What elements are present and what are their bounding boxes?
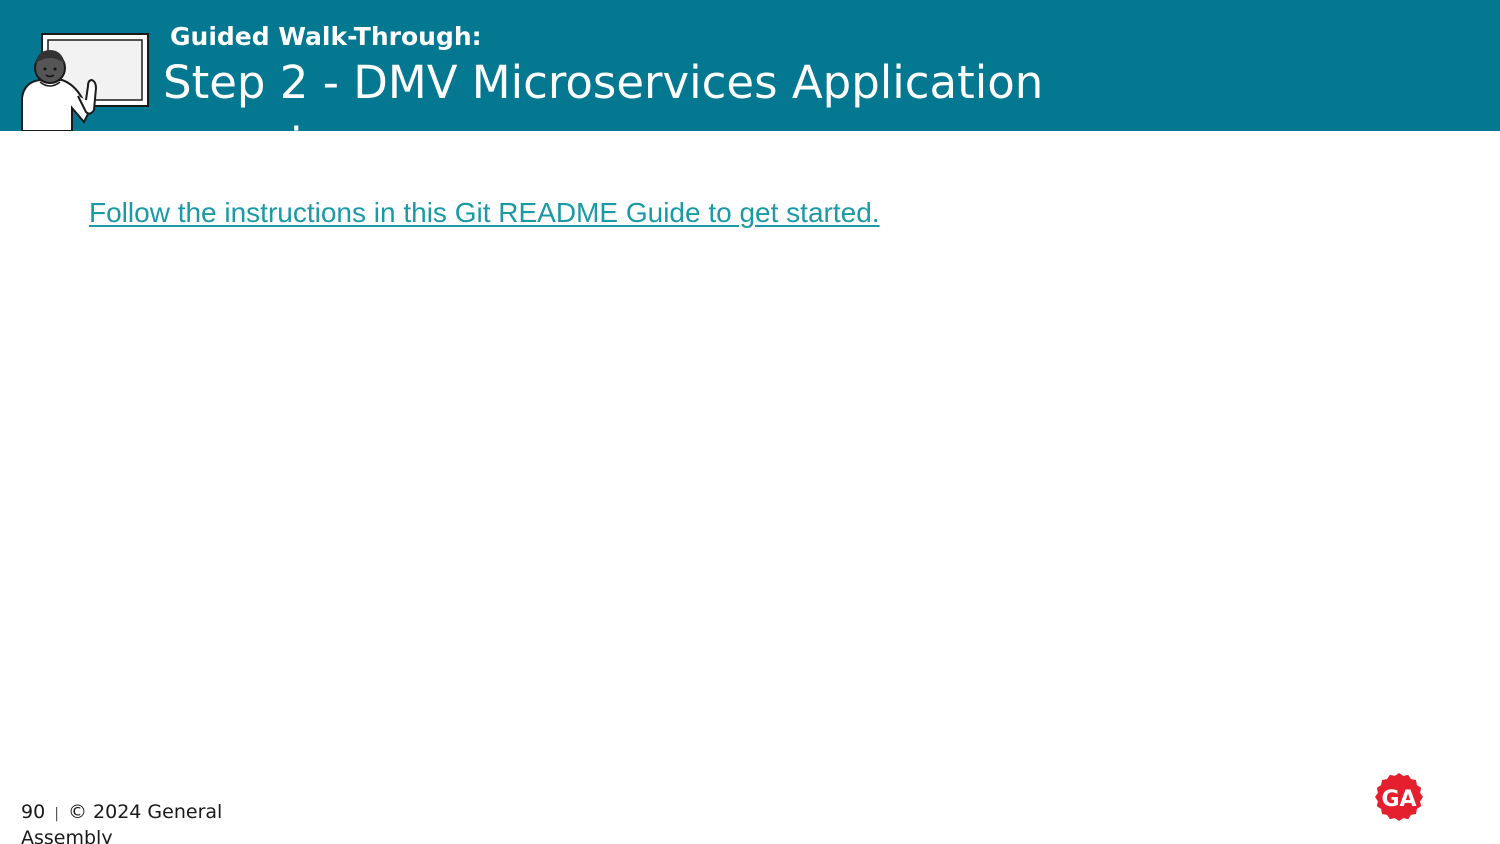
presenter-at-whiteboard-icon bbox=[21, 33, 149, 131]
slide: Guided Walk-Through: Step 2 - DMV Micros… bbox=[0, 0, 1500, 844]
readme-guide-link[interactable]: Follow the instructions in this Git READ… bbox=[89, 197, 880, 229]
page-number: 90 bbox=[21, 801, 46, 823]
footer-separator: | bbox=[54, 806, 59, 822]
slide-title: Step 2 - DMV Microservices Application o… bbox=[163, 56, 1044, 131]
section-eyebrow: Guided Walk-Through: bbox=[170, 22, 482, 51]
logo-text: GA bbox=[1381, 787, 1416, 812]
general-assembly-logo-icon: GA bbox=[1375, 773, 1423, 821]
footer-copyright: 90 | © 2024 General Assembly bbox=[21, 800, 231, 844]
header-bar: Guided Walk-Through: Step 2 - DMV Micros… bbox=[0, 0, 1500, 131]
